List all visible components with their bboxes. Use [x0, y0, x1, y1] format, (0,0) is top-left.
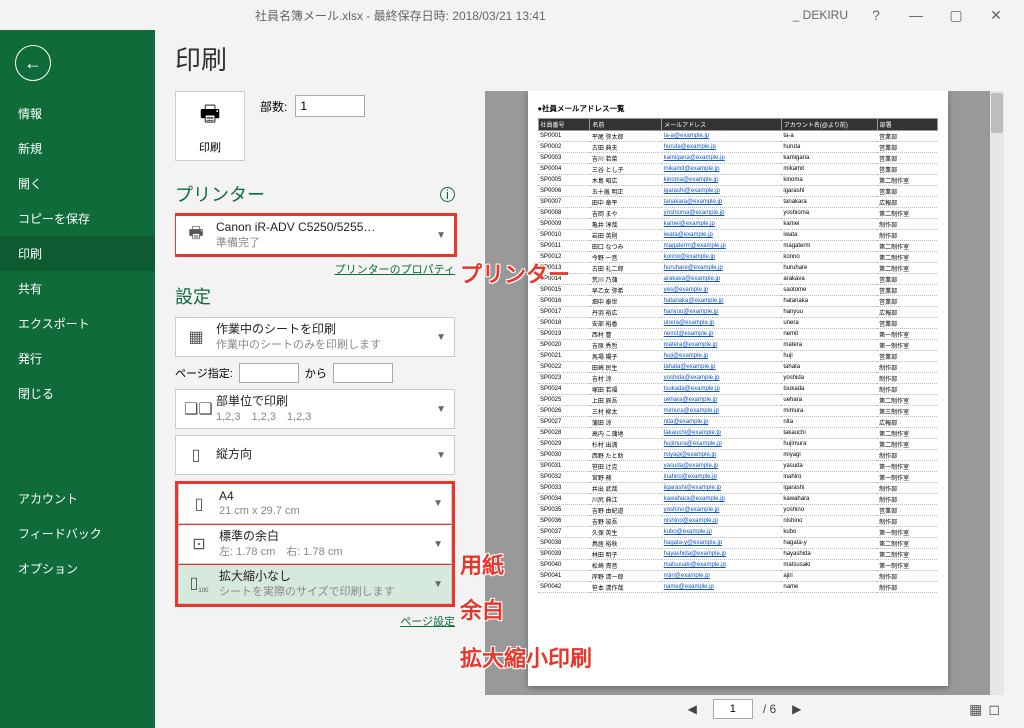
- page-to-input[interactable]: [333, 363, 393, 383]
- chevron-down-icon: ▼: [436, 332, 446, 343]
- chevron-down-icon: ▼: [433, 539, 443, 550]
- print-preview: ●社員メールアドレス一覧 社員番号名前メールアドレスアカウント名(@より前)部署…: [485, 91, 1004, 695]
- backstage-sidebar: ← 情報 新規 開く コピーを保存 印刷 共有 エクスポート 発行 閉じる アカ…: [0, 30, 155, 728]
- next-page-button[interactable]: ▶: [786, 702, 807, 716]
- nav-feedback[interactable]: フィードバック: [0, 516, 155, 551]
- close-button[interactable]: ✕: [976, 7, 1016, 24]
- paper-size-dropdown[interactable]: ▯ A421 cm x 29.7 cm ▼: [178, 484, 452, 524]
- nav-open[interactable]: 開く: [0, 166, 155, 201]
- print-button[interactable]: 🖶 印刷: [175, 91, 245, 161]
- page-navigator: ◀ / 6 ▶ ▦ ◻: [485, 695, 1004, 723]
- nav-new[interactable]: 新規: [0, 131, 155, 166]
- printer-icon: 🖶: [200, 97, 221, 135]
- nav-share[interactable]: 共有: [0, 271, 155, 306]
- nav-account[interactable]: アカウント: [0, 481, 155, 516]
- chevron-down-icon: ▼: [436, 450, 446, 461]
- copies-label: 部数:: [260, 98, 287, 115]
- page-number-input[interactable]: [713, 699, 753, 719]
- maximize-button[interactable]: ▢: [936, 7, 976, 24]
- margins-dropdown[interactable]: ⊡ 標準の余白左: 1.78 cm 右: 1.78 cm ▼: [178, 524, 452, 564]
- page-from-input[interactable]: [239, 363, 299, 383]
- printer-status-icon: 🖶: [184, 222, 208, 249]
- show-margins-button[interactable]: ▦: [969, 701, 982, 718]
- titlebar: 社員名簿メール.xlsx - 最終保存日時: 2018/03/21 13:41 …: [0, 0, 1024, 30]
- info-icon[interactable]: i: [440, 187, 455, 202]
- chevron-down-icon: ▼: [433, 579, 443, 590]
- margins-icon: ⊡: [187, 534, 211, 554]
- paper-icon: ▯: [187, 494, 211, 514]
- nav-info[interactable]: 情報: [0, 96, 155, 131]
- chevron-down-icon: ▼: [436, 230, 446, 241]
- printer-section-label: プリンター i: [175, 181, 455, 207]
- back-button[interactable]: ←: [15, 45, 51, 81]
- doc-title: 社員名簿メール.xlsx - 最終保存日時: 2018/03/21 13:41: [8, 7, 793, 24]
- nav-export[interactable]: エクスポート: [0, 306, 155, 341]
- nav-close[interactable]: 閉じる: [0, 376, 155, 411]
- collate-icon: ❏❏: [184, 399, 208, 419]
- page-total: / 6: [763, 702, 776, 716]
- preview-page: ●社員メールアドレス一覧 社員番号名前メールアドレスアカウント名(@より前)部署…: [528, 91, 948, 686]
- nav-options[interactable]: オプション: [0, 551, 155, 586]
- print-what-dropdown[interactable]: ▦ 作業中のシートを印刷作業中のシートのみを印刷します ▼: [175, 317, 455, 357]
- minimize-button[interactable]: —: [896, 7, 936, 23]
- nav-save-copy[interactable]: コピーを保存: [0, 201, 155, 236]
- scaling-icon: ▯100: [187, 573, 211, 594]
- nav-print[interactable]: 印刷: [0, 236, 155, 271]
- sheet-icon: ▦: [184, 327, 208, 347]
- chevron-down-icon: ▼: [433, 498, 443, 509]
- chevron-down-icon: ▼: [436, 404, 446, 415]
- preview-scrollbar[interactable]: [990, 91, 1004, 695]
- prev-page-button[interactable]: ◀: [682, 702, 703, 716]
- zoom-to-page-button[interactable]: ◻: [988, 701, 1000, 718]
- help-button[interactable]: ?: [856, 7, 896, 23]
- page-spec-label: ページ指定:: [175, 365, 233, 381]
- printer-properties-link[interactable]: プリンターのプロパティ: [175, 261, 455, 277]
- settings-section-label: 設定: [175, 283, 455, 309]
- user-name: _ DEKIRU: [793, 8, 848, 22]
- preview-table: 社員番号名前メールアドレスアカウント名(@より前)部署SP0001平尾 弥太郎t…: [538, 118, 938, 593]
- printer-dropdown[interactable]: 🖶 Canon iR-ADV C5250/5255… 準備完了 ▼: [175, 215, 455, 255]
- page-setup-link[interactable]: ページ設定: [175, 613, 455, 629]
- portrait-icon: ▯: [184, 445, 208, 465]
- orientation-dropdown[interactable]: ▯ 縦方向 ▼: [175, 435, 455, 475]
- copies-input[interactable]: [295, 95, 365, 117]
- nav-publish[interactable]: 発行: [0, 341, 155, 376]
- scaling-dropdown[interactable]: ▯100 拡大縮小なしシートを実際のサイズで印刷します ▼: [178, 564, 452, 604]
- collate-dropdown[interactable]: ❏❏ 部単位で印刷1,2,3 1,2,3 1,2,3 ▼: [175, 389, 455, 429]
- page-title: 印刷: [175, 40, 1004, 77]
